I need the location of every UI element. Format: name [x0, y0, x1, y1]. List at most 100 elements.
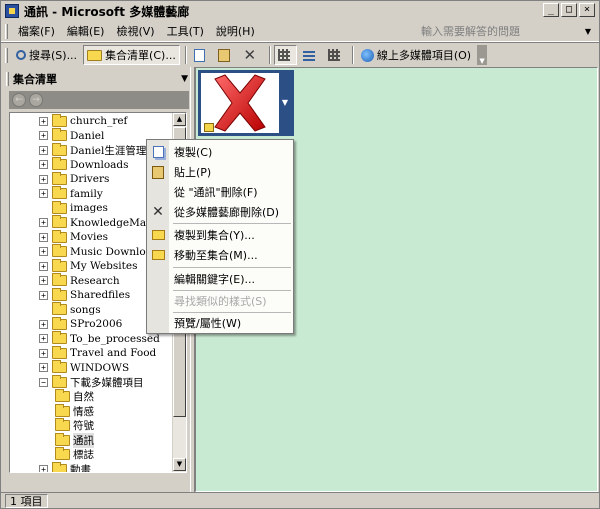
- folder-icon: [55, 418, 70, 431]
- tree-item[interactable]: + To_be_processed: [39, 331, 160, 346]
- pane-navigation: ← →: [9, 91, 189, 109]
- menu-edit[interactable]: 編輯(E): [61, 23, 111, 39]
- clip-thumbnail[interactable]: ▼: [198, 70, 294, 136]
- expand-toggle-icon[interactable]: −: [39, 377, 48, 387]
- maximize-button[interactable]: □: [561, 3, 577, 17]
- scroll-down-icon[interactable]: ▼: [173, 458, 186, 471]
- collection-list-button[interactable]: 集合清單(C)...: [83, 45, 180, 65]
- menu-grip[interactable]: [5, 23, 8, 39]
- status-bar: 1 項目: [1, 492, 599, 509]
- context-delete-from-gallery[interactable]: ✕ 從多媒體藝廊刪除(D): [147, 202, 293, 222]
- context-copy-label: 複製(C): [174, 146, 213, 159]
- thumbnails-icon: [277, 49, 290, 61]
- forward-icon[interactable]: →: [29, 93, 43, 107]
- delete-icon: ✕: [243, 46, 257, 64]
- tree-item[interactable]: + church_ref: [39, 113, 127, 128]
- paste-button[interactable]: [214, 45, 237, 65]
- back-icon[interactable]: ←: [12, 93, 26, 107]
- folder-icon: [52, 345, 67, 359]
- thumbnails-view-button[interactable]: [273, 45, 297, 65]
- tree-item[interactable]: + Daniel: [39, 128, 104, 143]
- tree-item[interactable]: + Downloads: [39, 157, 129, 172]
- tree-item-label: Movies: [70, 231, 108, 243]
- tree-item[interactable]: 情感: [55, 403, 94, 418]
- tree-item[interactable]: + WINDOWS: [39, 360, 129, 375]
- tree-item[interactable]: 通訊: [55, 432, 94, 448]
- tree-item[interactable]: + 動畫: [39, 461, 91, 472]
- expand-toggle-icon[interactable]: +: [39, 276, 48, 285]
- expand-toggle-icon[interactable]: +: [39, 363, 48, 372]
- expand-toggle-icon[interactable]: +: [39, 232, 48, 242]
- expand-toggle-icon[interactable]: +: [39, 218, 48, 227]
- tree-item[interactable]: + My Websites: [39, 258, 137, 273]
- tree-item[interactable]: + family: [39, 186, 103, 201]
- folder-icon: [52, 128, 67, 141]
- context-preview-properties[interactable]: 預覽/屬性(W): [147, 313, 293, 333]
- search-button[interactable]: 搜尋(S)...: [12, 45, 81, 65]
- thumbnail-dropdown-icon[interactable]: ▼: [278, 72, 292, 134]
- paste-icon: [217, 48, 230, 62]
- tree-item-label: images: [70, 202, 108, 214]
- toolbar-grip[interactable]: [5, 47, 8, 63]
- menu-help[interactable]: 說明(H): [210, 23, 261, 39]
- tree-item[interactable]: 自然: [55, 389, 94, 404]
- tree-item[interactable]: songs: [39, 302, 101, 317]
- online-media-button[interactable]: 線上多媒體項目(O): [357, 45, 475, 65]
- expand-toggle-icon[interactable]: +: [39, 464, 48, 472]
- expand-toggle-icon[interactable]: +: [39, 174, 48, 184]
- expand-toggle-icon[interactable]: +: [39, 160, 48, 169]
- tree-item[interactable]: images: [39, 200, 108, 215]
- menu-file[interactable]: 檔案(F): [12, 23, 61, 39]
- context-copy-to-collection[interactable]: 複製到集合(Y)...: [147, 225, 293, 245]
- folder-icon: [55, 403, 70, 417]
- tree-item[interactable]: + Sharedfiles: [39, 287, 130, 302]
- scroll-up-icon[interactable]: ▲: [173, 113, 186, 126]
- expand-toggle-icon[interactable]: +: [39, 189, 48, 198]
- collection-list-label: 集合清單(C)...: [105, 49, 176, 62]
- tree-item[interactable]: + Research: [39, 273, 120, 288]
- tree-item[interactable]: + Travel and Food: [39, 345, 156, 360]
- close-button[interactable]: ×: [579, 3, 595, 17]
- expand-toggle-icon[interactable]: +: [39, 319, 48, 329]
- expand-toggle-icon[interactable]: +: [39, 116, 48, 126]
- expand-toggle-icon[interactable]: +: [39, 290, 48, 300]
- expand-toggle-icon[interactable]: +: [39, 145, 48, 155]
- tree-item[interactable]: + Movies: [39, 229, 108, 244]
- tree-item[interactable]: + SPro2006: [39, 316, 122, 331]
- menu-view[interactable]: 檢視(V): [110, 23, 160, 39]
- expand-toggle-icon[interactable]: +: [39, 334, 48, 343]
- list-view-button[interactable]: [299, 45, 322, 65]
- tree-item-label: Drivers: [70, 173, 110, 185]
- tree-item[interactable]: + Drivers: [39, 171, 110, 186]
- context-delete-label: 從多媒體藝廊刪除(D): [174, 206, 280, 219]
- tree-item[interactable]: − 下載多媒體項目: [39, 374, 144, 389]
- ask-question-box[interactable]: 輸入需要解答的問題 ▼: [421, 23, 591, 39]
- toolbar-overflow-icon[interactable]: ▼: [477, 45, 488, 65]
- tree-item-label: 情感: [73, 405, 94, 418]
- expand-toggle-icon[interactable]: +: [39, 247, 48, 256]
- context-edit-keywords[interactable]: 編輯關鍵字(E)...: [147, 269, 293, 289]
- copy-button[interactable]: [190, 45, 212, 65]
- context-copy[interactable]: 複製(C): [147, 142, 293, 162]
- expand-toggle-icon[interactable]: +: [39, 348, 48, 358]
- pane-dropdown-icon[interactable]: ▼: [181, 74, 188, 84]
- delete-button[interactable]: ✕: [239, 45, 264, 65]
- details-view-button[interactable]: [324, 45, 347, 65]
- pane-grip[interactable]: [6, 72, 9, 86]
- chevron-down-icon[interactable]: ▼: [585, 27, 591, 36]
- tree-item-label: family: [70, 187, 103, 200]
- menu-bar: 檔案(F) 編輯(E) 檢視(V) 工具(T) 說明(H) 輸入需要解答的問題 …: [1, 21, 599, 42]
- tree-item[interactable]: + Music Download: [39, 244, 159, 259]
- menu-tools[interactable]: 工具(T): [161, 23, 210, 39]
- tree-item[interactable]: 符號: [55, 418, 94, 433]
- expand-toggle-icon[interactable]: +: [39, 131, 48, 140]
- tree-item[interactable]: 標誌: [55, 447, 94, 462]
- context-move-to-collection[interactable]: 移動至集合(M)...: [147, 245, 293, 265]
- list-icon: [302, 49, 315, 61]
- folder-icon: [52, 113, 67, 127]
- context-remove-from-collection[interactable]: 從 "通訊"刪除(F): [147, 182, 293, 202]
- context-paste[interactable]: 貼上(P): [147, 162, 293, 182]
- tree-item[interactable]: + Daniel生涯管理與: [39, 142, 157, 157]
- expand-toggle-icon[interactable]: +: [39, 261, 48, 271]
- minimize-button[interactable]: _: [543, 3, 559, 17]
